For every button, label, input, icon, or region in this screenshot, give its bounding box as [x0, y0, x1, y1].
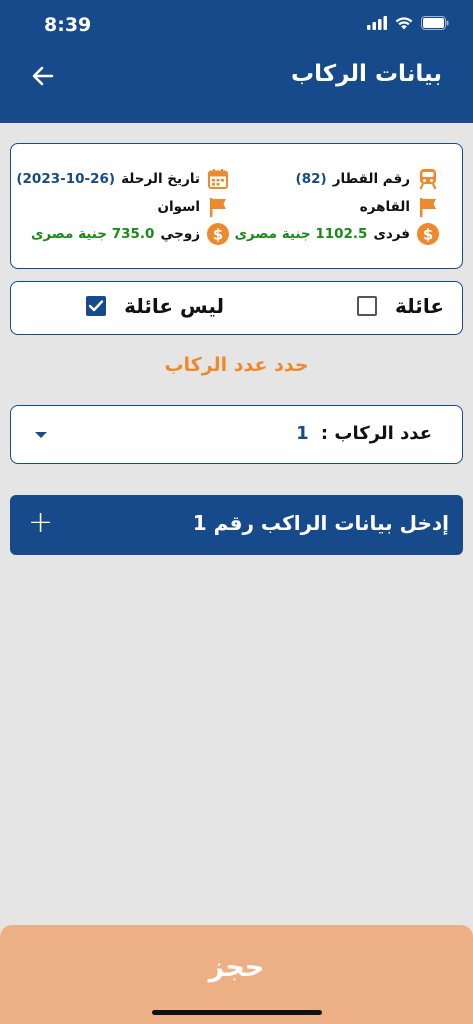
dollar-circle-icon: $ — [206, 222, 230, 246]
family-selector: عائلة ليس عائلة — [10, 281, 463, 335]
double-price-row: $ زوجي 735.0 جنية مصرى — [31, 222, 230, 246]
not-family-checkbox[interactable] — [86, 296, 107, 316]
flag-icon — [206, 195, 230, 219]
date-label: تاريخ الرحلة — [121, 171, 200, 187]
battery-icon — [421, 15, 449, 34]
status-time: 8:39 — [44, 14, 92, 36]
single-price: 1102.5 جنية مصرى — [234, 226, 368, 242]
trip-info-card: رقم القطار (82) القاهره $ فردى 1102.5 جن… — [10, 143, 463, 269]
arrow-left-icon — [32, 66, 54, 90]
trip-date-row: تاريخ الرحلة (2023-10-26) — [16, 167, 230, 191]
passenger-count-value: 1 — [296, 423, 309, 444]
not-family-option[interactable]: ليس عائلة — [86, 294, 224, 318]
train-number: (82) — [295, 171, 327, 187]
train-label: رقم القطار — [332, 171, 410, 187]
home-indicator — [152, 1010, 322, 1015]
chevron-down-icon[interactable] — [35, 432, 47, 438]
trip-date: (2023-10-26) — [16, 171, 116, 187]
passenger-count-label: عدد الركاب : — [320, 423, 432, 444]
calendar-icon — [206, 167, 230, 191]
from-station: القاهره — [359, 199, 410, 215]
status-icons — [367, 15, 449, 34]
train-icon — [416, 167, 440, 191]
passenger-count-heading: حدد عدد الركاب — [164, 354, 309, 376]
not-family-label: ليس عائلة — [124, 294, 224, 318]
single-price-row: $ فردى 1102.5 جنية مصرى — [235, 222, 440, 246]
family-label: عائلة — [395, 294, 444, 318]
passenger-entry-accordion[interactable]: إدخل بيانات الراكب رقم 1 + — [10, 495, 463, 555]
double-label: زوجي — [160, 226, 200, 242]
back-button[interactable] — [28, 64, 58, 92]
app-header: 8:39 بيانات الركاب — [0, 0, 473, 123]
signal-icon — [367, 15, 387, 34]
svg-text:$: $ — [213, 226, 223, 244]
svg-text:$: $ — [423, 226, 433, 244]
to-station-row: اسوان — [157, 195, 230, 219]
wifi-icon — [395, 15, 413, 34]
to-station: اسوان — [157, 199, 200, 215]
family-checkbox[interactable] — [357, 296, 378, 316]
dollar-circle-icon: $ — [416, 222, 440, 246]
single-label: فردى — [373, 226, 410, 242]
from-station-row: القاهره — [360, 195, 440, 219]
double-price: 735.0 جنية مصرى — [30, 226, 155, 242]
book-button-label: حجز — [208, 952, 265, 983]
page-title: بيانات الركاب — [290, 61, 442, 87]
train-number-row: رقم القطار (82) — [296, 167, 440, 191]
check-icon — [88, 300, 104, 312]
family-option[interactable]: عائلة — [357, 294, 444, 318]
flag-icon — [416, 195, 440, 219]
passenger-entry-label: إدخل بيانات الراكب رقم 1 — [192, 511, 449, 535]
passenger-count-field: عدد الركاب : 1 — [296, 423, 432, 444]
passenger-count-dropdown[interactable]: عدد الركاب : 1 — [10, 405, 463, 464]
plus-icon[interactable]: + — [28, 505, 53, 541]
